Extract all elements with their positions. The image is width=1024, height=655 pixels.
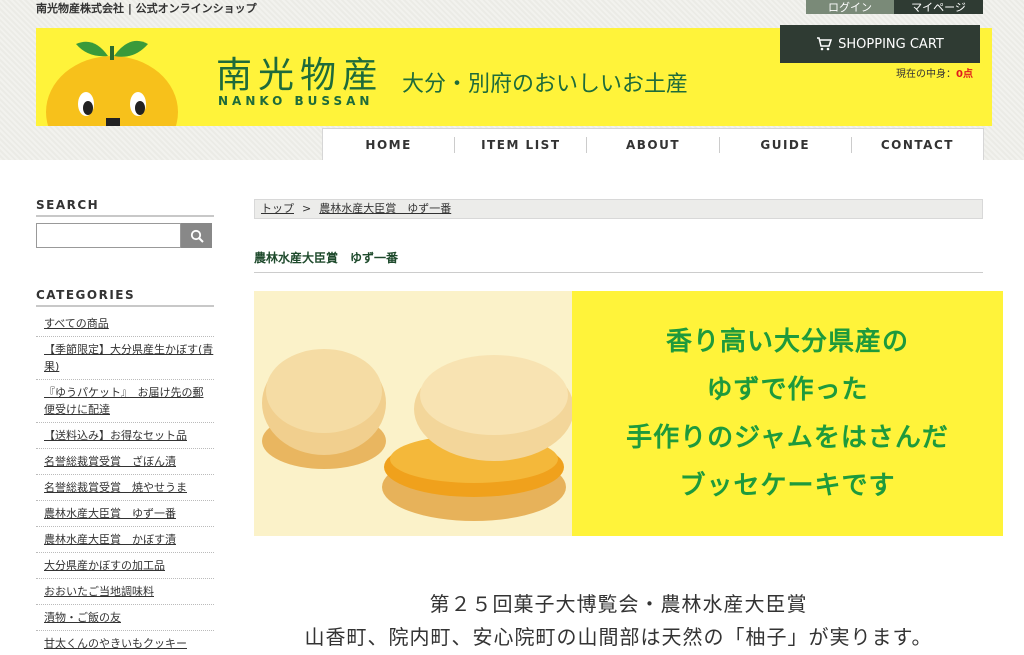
hero-line: 香り高い大分県産の [665,326,909,357]
hero-line: 手作りのジャムをはさんだ [626,422,949,453]
category-item[interactable]: 【送料込み】お得なセット品 [36,423,214,449]
cart-icon [817,37,833,51]
category-item[interactable]: 甘太くんのやきいもクッキー [36,631,214,655]
product-description: 山香町、院内町、安心院町の山間部は天然の「柚子」が実ります。 [304,625,933,649]
breadcrumb-separator: > [302,202,312,215]
logo-text: 南光物産 [216,55,385,96]
cart-count: 0点 [956,69,973,80]
main-nav: HOME ITEM LIST ABOUT GUIDE CONTACT [322,128,984,160]
category-item[interactable]: 漬物・ご飯の友 [36,605,214,631]
login-button[interactable]: ログイン [806,0,894,14]
nav-contact[interactable]: CONTACT [852,137,983,153]
hero-line: ゆずで作った [706,374,869,405]
search-button[interactable] [181,223,212,248]
hero-line: ブッセケーキです [679,470,896,501]
category-list: すべての商品 【季節限定】大分県産生かぼす(青果) 『ゆうパケット』 お届け先の… [36,311,214,655]
category-item[interactable]: 名誉総裁賞受賞 ざぼん漬 [36,449,214,475]
award-description: 第２５回菓子大博覧会・農林水産大臣賞 [429,592,808,616]
categories-heading: CATEGORIES [36,288,214,307]
busse-cake-illustration [262,349,572,521]
search-input[interactable] [36,223,181,248]
breadcrumb-current[interactable]: 農林水産大臣賞 ゆず一番 [319,202,451,215]
category-item[interactable]: すべての商品 [36,311,214,337]
breadcrumb: トップ > 農林水産大臣賞 ゆず一番 [254,199,983,219]
cart-label: SHOPPING CART [838,36,944,52]
category-item[interactable]: 【季節限定】大分県産生かぼす(青果) [36,337,214,380]
category-item[interactable]: 農林水産大臣賞 かぼす漬 [36,527,214,553]
page-title: 農林水産大臣賞 ゆず一番 [254,249,983,273]
shopping-cart-button[interactable]: SHOPPING CART [780,25,980,63]
mypage-button[interactable]: マイページ [894,0,983,14]
cart-status-label: 現在の中身： [896,69,956,80]
category-item[interactable]: 農林水産大臣賞 ゆず一番 [36,501,214,527]
cart-status: 現在の中身：0点 [896,65,973,80]
product-image [254,291,572,536]
category-item[interactable]: 名誉総裁賞受賞 焼やせうま [36,475,214,501]
company-name: 南光物産株式会社 | 公式オンラインショップ [36,2,257,15]
breadcrumb-top-link[interactable]: トップ [261,202,294,215]
logo-subtext: NANKO BUSSAN [218,94,374,108]
tagline: 大分・別府のおいしいお土産 [402,72,689,97]
category-item[interactable]: 『ゆうパケット』 お届け先の郵便受けに配達 [36,380,214,423]
yuzu-mascot-logo[interactable] [44,34,194,126]
category-item[interactable]: 大分県産かぼすの加工品 [36,553,214,579]
nav-about[interactable]: ABOUT [587,136,720,153]
hero-copy: 香り高い大分県産の ゆずで作った 手作りのジャムをはさんだ ブッセケーキです [572,291,1003,536]
search-icon [190,229,204,243]
nav-guide[interactable]: GUIDE [720,136,852,153]
search-heading: SEARCH [36,198,214,217]
nav-item-list[interactable]: ITEM LIST [455,136,588,153]
nav-home[interactable]: HOME [323,136,456,153]
category-item[interactable]: おおいたご当地調味料 [36,579,214,605]
